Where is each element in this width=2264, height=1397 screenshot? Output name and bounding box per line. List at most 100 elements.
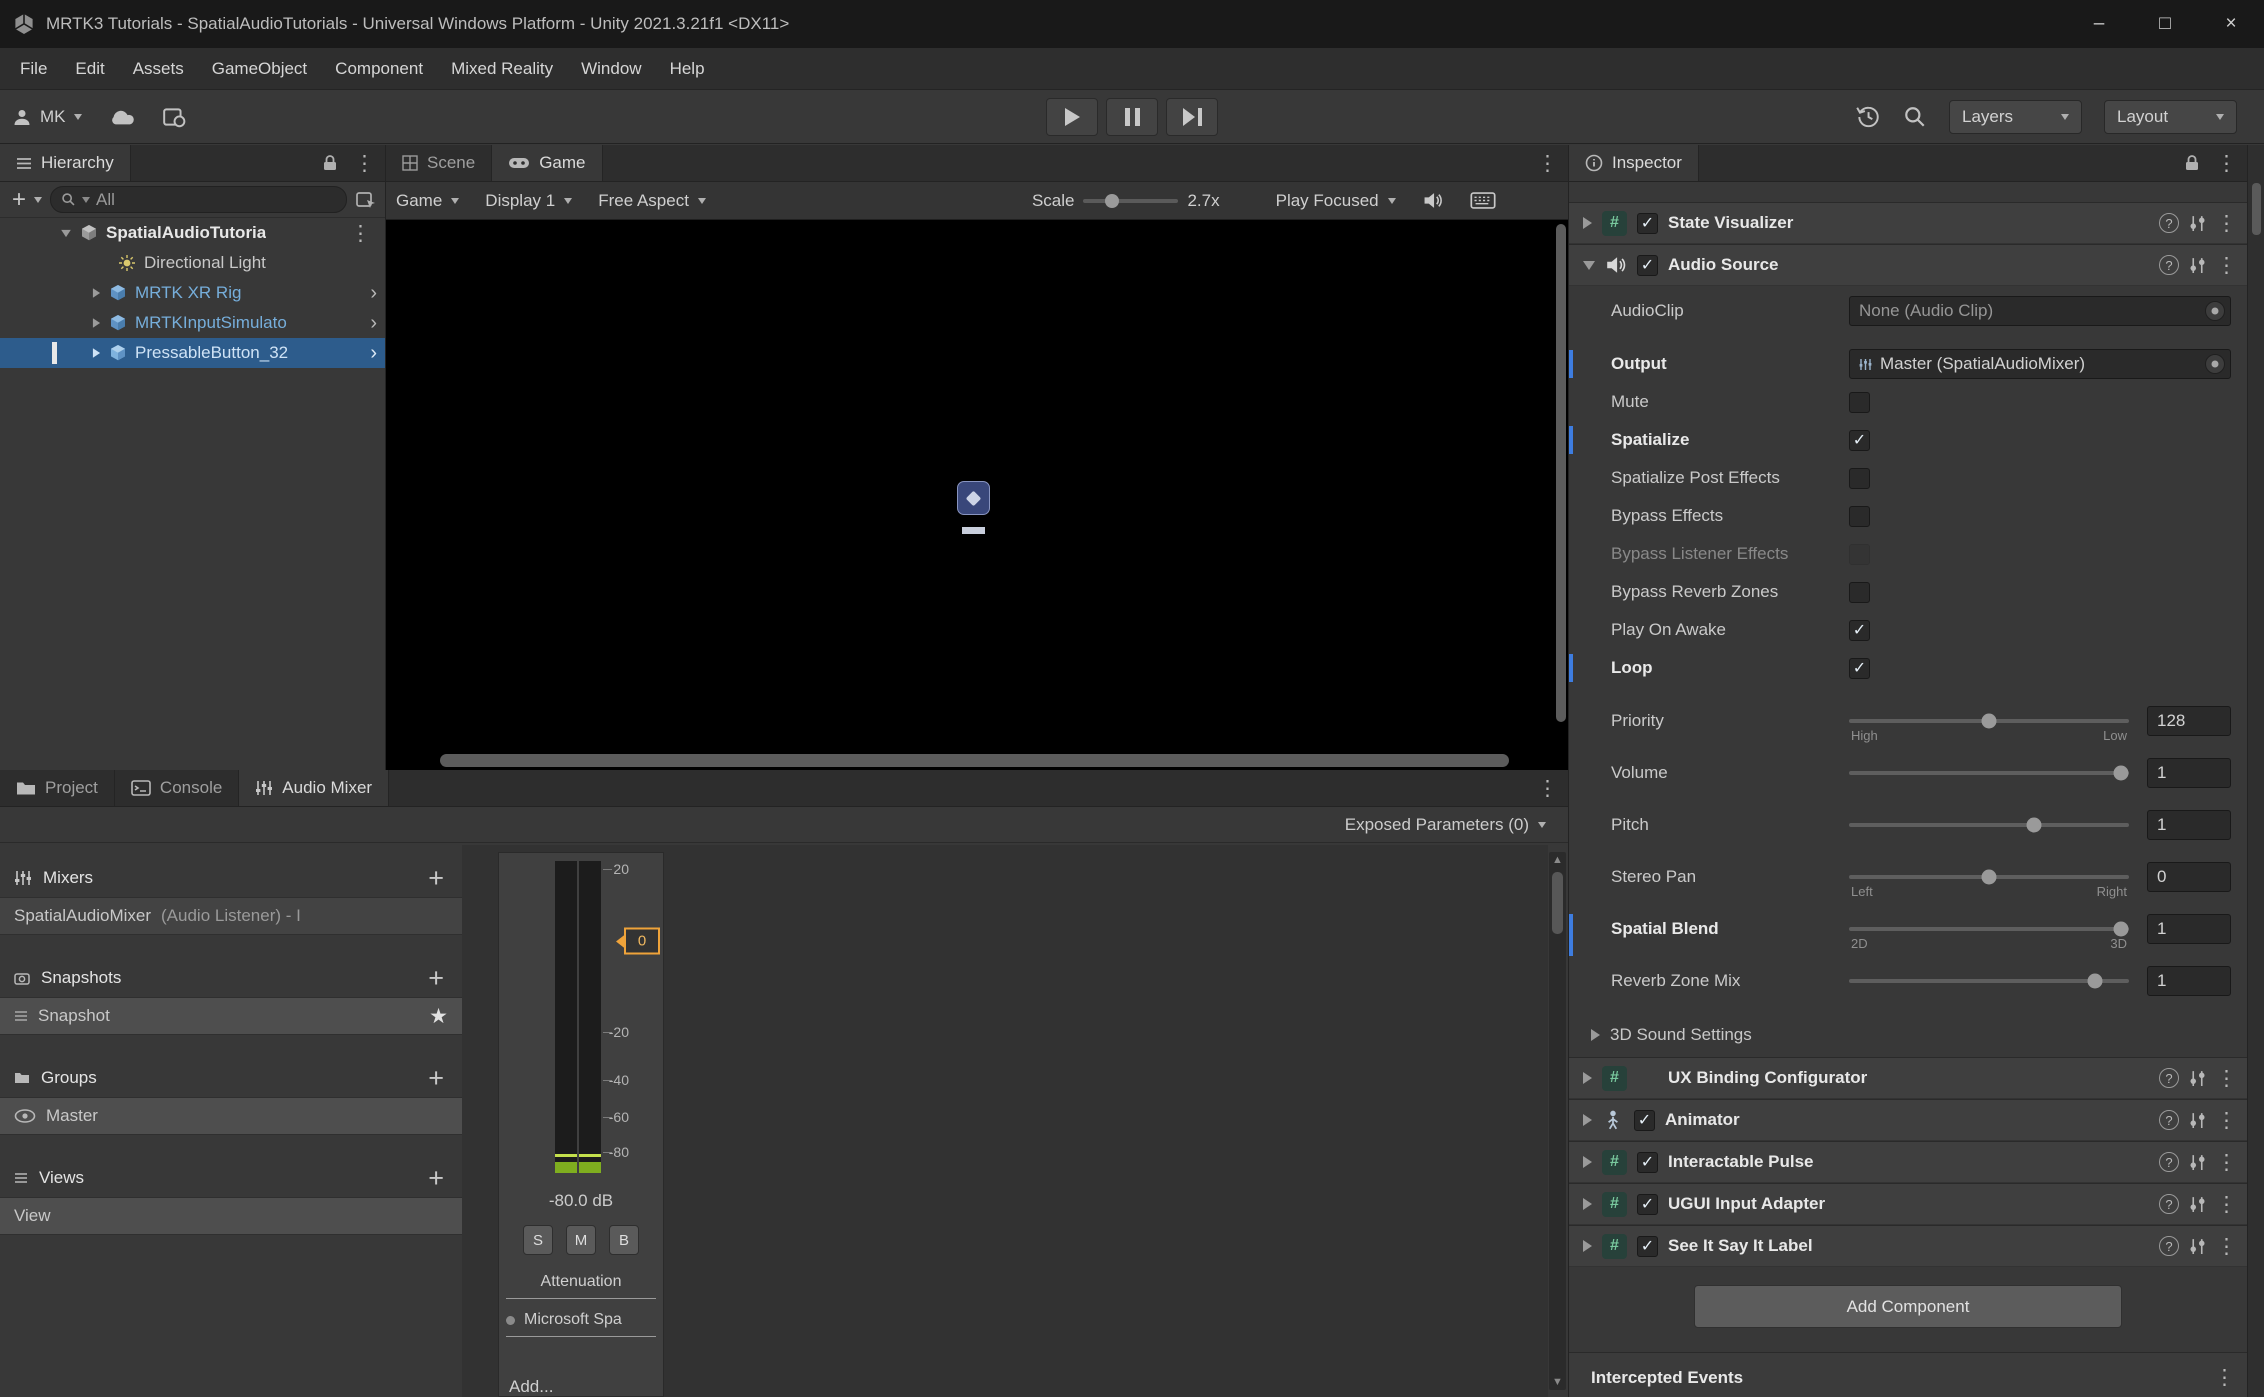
pitch-field[interactable]: 1: [2147, 810, 2231, 840]
add-component-button[interactable]: Add Component: [1694, 1285, 2122, 1328]
component-header-ux-binding[interactable]: # UX Binding Configurator ? ⋮: [1569, 1057, 2247, 1099]
mute-audio-icon[interactable]: [1422, 191, 1444, 210]
add-view-button[interactable]: +: [428, 1165, 444, 1192]
component-header-state-visualizer[interactable]: # State Visualizer ? ⋮: [1569, 202, 2247, 244]
bypass-button[interactable]: B: [609, 1225, 639, 1255]
component-header-interactable-pulse[interactable]: # Interactable Pulse ? ⋮: [1569, 1141, 2247, 1183]
foldout-closed-icon[interactable]: [1583, 217, 1592, 229]
volume-field[interactable]: 1: [2147, 758, 2231, 788]
bypass-reverb-zones-checkbox[interactable]: [1849, 582, 1870, 603]
pause-button[interactable]: [1106, 98, 1158, 136]
tab-hierarchy[interactable]: Hierarchy: [0, 145, 131, 181]
priority-field[interactable]: 128: [2147, 706, 2231, 736]
scene-row[interactable]: SpatialAudioTutoria ⋮: [0, 218, 385, 248]
component-menu-icon[interactable]: ⋮: [2216, 1152, 2237, 1173]
solo-button[interactable]: S: [523, 1225, 553, 1255]
tab-project[interactable]: Project: [0, 770, 115, 806]
component-menu-icon[interactable]: ⋮: [2216, 1194, 2237, 1215]
stereo-pan-slider[interactable]: Left Right: [1849, 875, 2129, 879]
help-icon[interactable]: ?: [2159, 1236, 2179, 1256]
presets-icon[interactable]: [2189, 1154, 2206, 1171]
component-menu-icon[interactable]: ⋮: [2216, 255, 2237, 276]
add-group-button[interactable]: +: [428, 1065, 444, 1092]
group-row[interactable]: Master: [0, 1097, 462, 1135]
presets-icon[interactable]: [2189, 257, 2206, 274]
foldout-closed-icon[interactable]: [93, 348, 100, 358]
component-enabled-checkbox[interactable]: [1637, 1152, 1658, 1173]
display-dropdown[interactable]: Display 1: [485, 191, 572, 211]
lock-icon[interactable]: [2184, 154, 2200, 172]
presets-icon[interactable]: [2189, 1196, 2206, 1213]
foldout-closed-icon[interactable]: [1583, 1114, 1592, 1126]
search-icon[interactable]: [1903, 105, 1927, 129]
output-object-field[interactable]: Master (SpatialAudioMixer): [1849, 349, 2231, 379]
help-icon[interactable]: ?: [2159, 1152, 2179, 1172]
foldout-open-icon[interactable]: [61, 229, 71, 236]
horizontal-scrollbar[interactable]: [440, 754, 1509, 767]
spatialize-post-effects-checkbox[interactable]: [1849, 468, 1870, 489]
hierarchy-search-input[interactable]: All: [50, 186, 347, 213]
slider-thumb[interactable]: [1982, 870, 1997, 885]
menu-component[interactable]: Component: [321, 59, 437, 79]
close-button[interactable]: ×: [2198, 0, 2264, 48]
pitch-slider[interactable]: [1849, 823, 2129, 827]
tree-row[interactable]: MRTKInputSimulato ›: [0, 308, 385, 338]
play-button[interactable]: [1046, 98, 1098, 136]
menu-mixed-reality[interactable]: Mixed Reality: [437, 59, 567, 79]
stereo-pan-field[interactable]: 0: [2147, 862, 2231, 892]
vertical-scrollbar[interactable]: [1556, 224, 1566, 722]
slider-thumb[interactable]: [2088, 974, 2103, 989]
scale-slider-thumb[interactable]: [1105, 194, 1119, 208]
object-picker-icon[interactable]: [2205, 301, 2225, 321]
volume-fader-handle[interactable]: 0: [624, 928, 660, 955]
component-enabled-checkbox[interactable]: [1637, 255, 1658, 276]
scene-picker-icon[interactable]: [355, 190, 377, 210]
mute-checkbox[interactable]: [1849, 392, 1870, 413]
menu-edit[interactable]: Edit: [61, 59, 118, 79]
slider-thumb[interactable]: [2113, 766, 2128, 781]
audioclip-object-field[interactable]: None (Audio Clip): [1849, 296, 2231, 326]
undo-history-icon[interactable]: [1855, 105, 1881, 129]
inspector-menu-icon[interactable]: ⋮: [2216, 153, 2237, 174]
aspect-dropdown[interactable]: Free Aspect: [598, 191, 706, 211]
bypass-effects-checkbox[interactable]: [1849, 506, 1870, 527]
keyboard-icon[interactable]: [1470, 192, 1496, 209]
component-menu-icon[interactable]: ⋮: [2216, 1236, 2237, 1257]
mute-button[interactable]: M: [566, 1225, 596, 1255]
loop-checkbox[interactable]: [1849, 658, 1870, 679]
prefab-open-icon[interactable]: ›: [370, 342, 377, 365]
menu-window[interactable]: Window: [567, 59, 655, 79]
scrollbar-thumb[interactable]: [1552, 872, 1563, 934]
maximize-button[interactable]: □: [2132, 0, 2198, 48]
presets-icon[interactable]: [2189, 1112, 2206, 1129]
layout-dropdown[interactable]: Layout: [2104, 100, 2237, 134]
mixer-row[interactable]: SpatialAudioMixer (Audio Listener) - I: [0, 897, 462, 935]
attenuation-unit[interactable]: Attenuation: [506, 1273, 656, 1299]
scene-menu-icon[interactable]: ⋮: [350, 223, 371, 244]
help-icon[interactable]: ?: [2159, 1110, 2179, 1130]
tab-audio-mixer[interactable]: Audio Mixer: [239, 770, 389, 806]
tree-row[interactable]: MRTK XR Rig ›: [0, 278, 385, 308]
tab-inspector[interactable]: Inspector: [1569, 145, 1699, 181]
scroll-down-icon[interactable]: ▼: [1549, 1376, 1566, 1388]
section-menu-icon[interactable]: ⋮: [2214, 1367, 2235, 1388]
create-menu-button[interactable]: +: [12, 188, 26, 212]
help-icon[interactable]: ?: [2159, 1194, 2179, 1214]
bottom-panel-menu-icon[interactable]: ⋮: [1537, 778, 1558, 799]
version-control-icon[interactable]: [162, 106, 186, 128]
foldout-closed-icon[interactable]: [93, 318, 100, 328]
spatialize-checkbox[interactable]: [1849, 430, 1870, 451]
prefab-open-icon[interactable]: ›: [370, 282, 377, 305]
spatial-blend-slider[interactable]: 2D 3D: [1849, 927, 2129, 931]
scroll-up-icon[interactable]: ▲: [1549, 854, 1566, 866]
reverb-zone-mix-field[interactable]: 1: [2147, 966, 2231, 996]
foldout-open-icon[interactable]: [1583, 261, 1595, 270]
help-icon[interactable]: ?: [2159, 255, 2179, 275]
help-icon[interactable]: ?: [2159, 1068, 2179, 1088]
tab-console[interactable]: Console: [115, 770, 239, 806]
star-icon[interactable]: ★: [429, 1004, 448, 1029]
inspector-scrollbar[interactable]: [2247, 145, 2264, 1397]
volume-slider[interactable]: [1849, 771, 2129, 775]
component-header-ugui-input-adapter[interactable]: # UGUI Input Adapter ? ⋮: [1569, 1183, 2247, 1225]
layers-dropdown[interactable]: Layers: [1949, 100, 2082, 134]
